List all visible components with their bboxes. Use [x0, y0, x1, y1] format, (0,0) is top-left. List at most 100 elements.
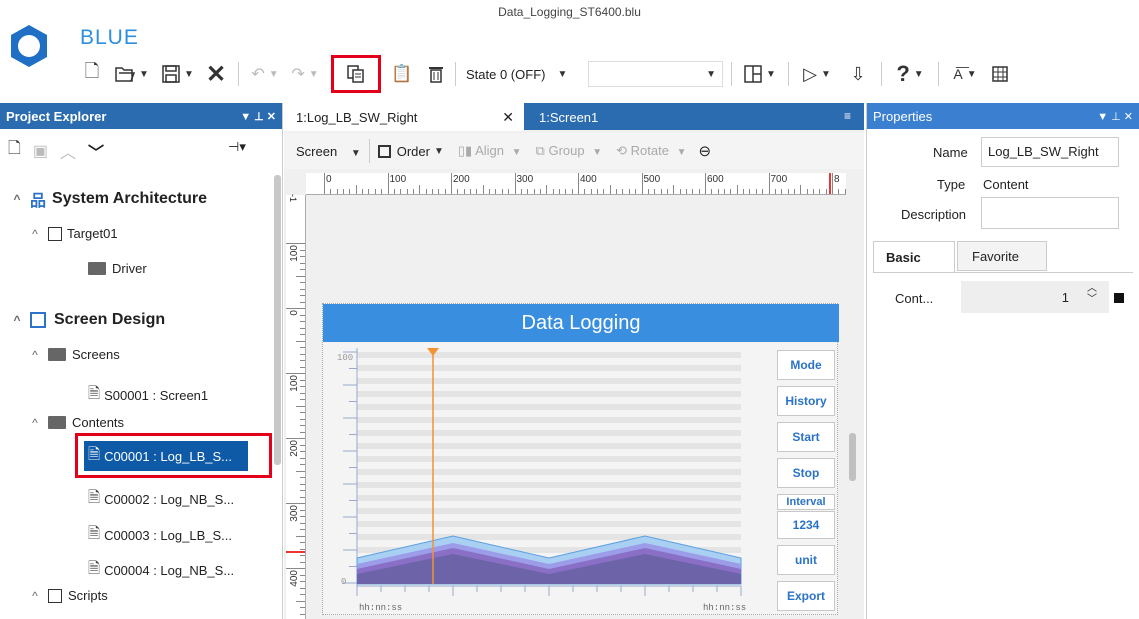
delete-icon[interactable]: [421, 59, 451, 89]
tab-basic[interactable]: Basic: [873, 241, 955, 273]
history-button[interactable]: History: [777, 386, 835, 416]
ruler-minor-tick: [296, 470, 305, 472]
move-down-icon[interactable]: ﹀: [88, 139, 104, 163]
toolbar-separator: [881, 62, 882, 86]
order-dropdown[interactable]: Order ▼: [377, 144, 444, 159]
tree-content-item-1[interactable]: 🗎 C00001 : Log_LB_S...: [84, 441, 248, 471]
color-swatch[interactable]: [1114, 293, 1124, 303]
undo-icon[interactable]: ↶ ▼: [247, 59, 283, 89]
ruler-minor-tick: [330, 189, 332, 194]
ruler-label: 0: [289, 310, 300, 316]
ruler-minor-tick: [444, 189, 446, 194]
ruler-minor-tick: [616, 189, 618, 194]
ruler-minor-tick: [730, 189, 732, 194]
rotate-dropdown[interactable]: ⟲ Rotate ▼: [616, 143, 686, 159]
paste-icon[interactable]: 📋: [387, 59, 417, 89]
panel-options-icon[interactable]: ▼ ⊥ ✕: [1097, 110, 1133, 123]
mode-button[interactable]: Mode: [777, 350, 835, 380]
tree-system-architecture[interactable]: ^ 品 System Architecture: [12, 187, 207, 211]
tree-scripts[interactable]: ^ Scripts: [30, 588, 108, 603]
tree-label: C00003 : Log_LB_S...: [104, 528, 232, 543]
editor-panel: 1:Log_LB_SW_Right ✕ 1:Screen1 ≡ Screen ▼…: [284, 103, 864, 619]
grid-stripe: [357, 430, 741, 436]
ruler-minor-tick: [300, 431, 305, 433]
ruler-minor-tick: [374, 189, 376, 194]
ruler-minor-tick: [300, 477, 305, 478]
panel-options-icon[interactable]: ▼ ⊥ ✕: [240, 110, 276, 123]
screen-dropdown[interactable]: Screen ▼: [296, 144, 361, 159]
ruler-tick: [387, 173, 389, 194]
ruler-minor-tick: [300, 529, 305, 530]
copy-icon[interactable]: [331, 55, 381, 93]
ruler-minor-tick: [546, 185, 548, 194]
ruler-minor-tick: [724, 189, 726, 194]
tree-label: C00001 : Log_LB_S...: [104, 448, 232, 464]
help-icon[interactable]: ? ▼: [890, 59, 930, 89]
tree-content-item-3[interactable]: 🗎 C00003 : Log_LB_S...: [88, 523, 232, 548]
ruler-minor-tick: [508, 189, 510, 194]
ruler-minor-tick: [300, 379, 305, 381]
zoom-icon[interactable]: ⊖: [699, 142, 712, 160]
redo-icon[interactable]: ↷ ▼: [287, 59, 323, 89]
rotate-icon: ⟲: [616, 143, 628, 158]
move-up-icon[interactable]: ︿: [60, 139, 76, 163]
ruler-minor-tick: [300, 282, 305, 283]
tab-log-lb-sw-right[interactable]: 1:Log_LB_SW_Right ✕: [284, 103, 524, 131]
description-field[interactable]: [981, 197, 1119, 229]
tree-screen-design[interactable]: ^ Screen Design: [12, 311, 165, 329]
tree-target01[interactable]: ^ Target01: [30, 226, 117, 241]
data-logging-widget[interactable]: Data Logging 100 0 hh:nn:ss hh:nn:ss Mod…: [322, 303, 839, 616]
screen-design-icon: [30, 312, 46, 328]
group-icon: ⧉: [535, 143, 545, 158]
align-icon: ▯▮: [457, 143, 473, 158]
type-label: Type: [937, 177, 966, 192]
ruler-position-marker: [829, 173, 831, 194]
stop-button[interactable]: Stop: [777, 458, 835, 488]
ruler-minor-tick: [300, 360, 305, 361]
tree-content-item-2[interactable]: 🗎 C00002 : Log_NB_S...: [88, 487, 234, 512]
empty-select[interactable]: ▼: [588, 61, 723, 87]
tree-content-item-4[interactable]: 🗎 C00004 : Log_NB_S...: [88, 558, 234, 583]
open-folder-icon[interactable]: ▼: [112, 59, 152, 89]
grid-icon[interactable]: [989, 59, 1011, 89]
add-page-icon[interactable]: 🗋: [8, 137, 21, 164]
stepper-arrows-icon[interactable]: ︿ ﹀: [1087, 283, 1097, 305]
chevron-up-icon: ^: [32, 347, 38, 362]
pin-dropdown-icon[interactable]: ⊣▾: [228, 139, 246, 155]
run-simulation-icon[interactable]: ▷ ▼: [797, 59, 837, 89]
group-dropdown[interactable]: ⧉ Group ▼: [536, 143, 603, 159]
unit-button[interactable]: unit: [777, 545, 835, 575]
close-x-icon[interactable]: ✕: [202, 59, 230, 89]
chart-area[interactable]: 100 0 hh:nn:ss hh:nn:ss: [323, 344, 747, 616]
tab-screen1[interactable]: 1:Screen1: [527, 103, 677, 131]
ruler-minor-tick: [755, 189, 757, 194]
chevron-up-icon: ^: [32, 415, 38, 430]
align-dropdown[interactable]: ▯▮ Align ▼: [458, 143, 522, 159]
start-button[interactable]: Start: [777, 422, 835, 452]
close-tab-icon[interactable]: ✕: [502, 109, 514, 126]
ruler-minor-tick: [419, 185, 421, 194]
screen-label: Screen: [296, 143, 338, 159]
font-size-icon[interactable]: A͞ ▼: [947, 59, 983, 89]
ruler-minor-tick: [457, 189, 459, 194]
tree-driver[interactable]: Driver: [88, 261, 147, 276]
name-field[interactable]: Log_LB_SW_Right: [981, 137, 1119, 167]
ruler-label: 400: [580, 174, 597, 185]
layout-icon[interactable]: ▼: [740, 59, 780, 89]
download-icon[interactable]: ⇩: [843, 59, 873, 89]
add-folder-icon[interactable]: ▣: [33, 141, 48, 161]
tree-contents[interactable]: ^ Contents: [30, 415, 124, 430]
editor-scrollbar[interactable]: [849, 433, 856, 481]
y-min-label: 0: [341, 577, 346, 587]
grid-stripe: [357, 391, 741, 397]
save-icon[interactable]: ▼: [158, 59, 198, 89]
interval-value[interactable]: 1234: [777, 511, 835, 539]
state-select[interactable]: State 0 (OFF) ▼: [460, 61, 588, 87]
tab-menu-icon[interactable]: ≡: [844, 109, 851, 123]
tab-favorite[interactable]: Favorite: [957, 241, 1047, 271]
tree-screens[interactable]: ^ Screens: [30, 347, 120, 362]
export-button[interactable]: Export: [777, 581, 835, 611]
new-file-icon[interactable]: 🗋: [78, 59, 106, 89]
tree-screen1[interactable]: 🗎 S00001 : Screen1: [88, 383, 208, 408]
explorer-scrollbar[interactable]: [274, 175, 281, 465]
